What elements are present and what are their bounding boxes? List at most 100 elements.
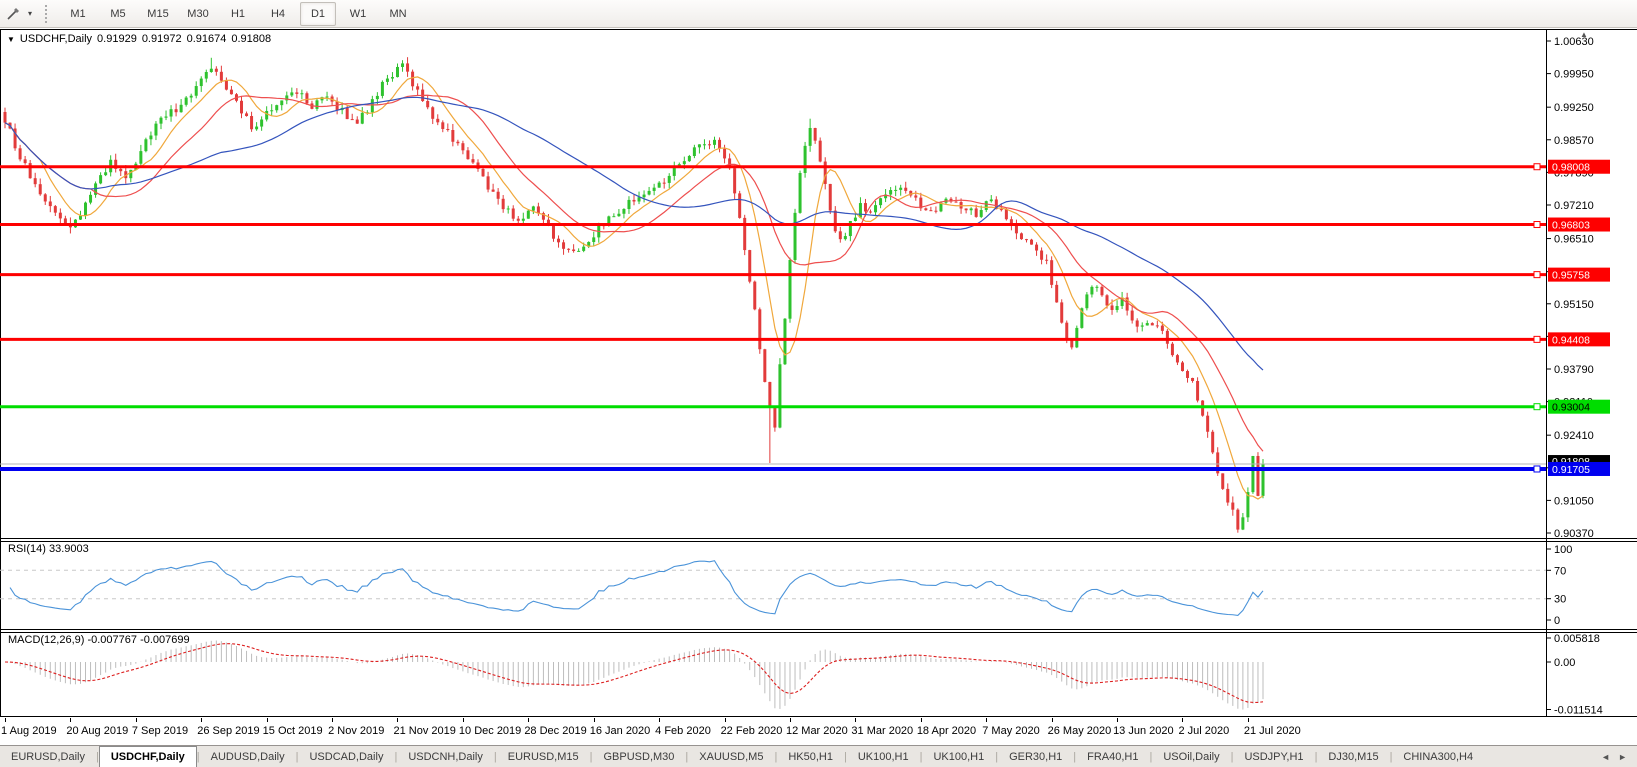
date-tick (920, 718, 922, 722)
svg-text:0.95758: 0.95758 (1552, 270, 1590, 282)
timeframe-button-d1[interactable]: D1 (300, 1, 336, 26)
date-tick (1247, 718, 1249, 722)
svg-text:0.99950: 0.99950 (1554, 69, 1594, 81)
date-label: 4 Feb 2020 (655, 725, 711, 737)
axis-scroll-marker-icon[interactable]: ▲ (1580, 30, 1588, 39)
date-label: 16 Jan 2020 (589, 725, 651, 737)
date-tick (332, 718, 334, 722)
toolbar-grip[interactable] (44, 4, 48, 23)
svg-text:0.91050: 0.91050 (1554, 495, 1594, 507)
timeframe-button-m5[interactable]: M5 (100, 2, 136, 26)
timeframe-button-h4[interactable]: H4 (260, 2, 296, 26)
date-label: 2 Jul 2020 (1178, 725, 1230, 737)
svg-text:30: 30 (1554, 594, 1566, 606)
svg-text:0.96803: 0.96803 (1552, 220, 1590, 232)
chart-tab-gbpusd-m30[interactable]: GBPUSD,M30 (593, 746, 686, 767)
timeframe-button-m15[interactable]: M15 (140, 2, 176, 26)
ohlc-close: 0.91808 (231, 33, 272, 45)
svg-text:0.94408: 0.94408 (1552, 334, 1590, 346)
rsi-guides (0, 569, 1546, 600)
date-label: 7 May 2020 (982, 725, 1040, 737)
chart-tab-dj30-m15[interactable]: DJ30,M15 (1317, 746, 1389, 767)
tab-nav: ◄ ► (1591, 746, 1637, 767)
date-axis[interactable]: 1 Aug 2019 20 Aug 2019 7 Sep 2019 26 Sep 20… (0, 718, 1637, 744)
date-tick (855, 718, 857, 722)
svg-text:0.92410: 0.92410 (1554, 430, 1594, 442)
date-label: 26 Sep 2019 (197, 725, 260, 737)
date-tick (986, 718, 988, 722)
svg-text:0.91705: 0.91705 (1552, 464, 1590, 476)
chart-tab-usoil-daily[interactable]: USOil,Daily (1152, 746, 1230, 767)
date-tick (70, 718, 72, 722)
chart-tab-china300-h4[interactable]: CHINA300,H4 (1392, 746, 1484, 767)
chart-tab-xauusd-m5[interactable]: XAUUSD,M5 (688, 746, 774, 767)
chart-area[interactable]: 1.006300.999500.992500.985700.978900.972… (0, 0, 1637, 750)
svg-text:0: 0 (1554, 615, 1560, 627)
chart-tab-usdjpy-h1[interactable]: USDJPY,H1 (1233, 746, 1314, 767)
timeframe-button-m30[interactable]: M30 (180, 2, 216, 26)
chart-tab-fra40-h1[interactable]: FRA40,H1 (1076, 746, 1149, 767)
timeframe-button-h1[interactable]: H1 (220, 2, 256, 26)
tabs-scroll-left-button[interactable]: ◄ (1601, 752, 1610, 762)
date-label: 28 Dec 2019 (524, 725, 587, 737)
chart-tab-eurusd-daily[interactable]: EURUSD,Daily (0, 746, 96, 767)
chart-tab-hk50-h1[interactable]: HK50,H1 (777, 746, 844, 767)
chart-ohlc-header: ▼ USDCHF,Daily 0.91929 0.91972 0.91674 0.9180… (7, 33, 276, 45)
level-lines[interactable]: 0.918080.980080.968030.957580.944080.930… (0, 159, 1610, 476)
collapse-triangle-icon[interactable]: ▼ (7, 35, 15, 44)
svg-text:70: 70 (1554, 565, 1566, 577)
macd-indicator-label: MACD(12,26,9) -0.007767 -0.007699 (8, 634, 190, 646)
date-label: 1 Aug 2019 (1, 725, 57, 737)
chart-tab-uk100-h1[interactable]: UK100,H1 (847, 746, 920, 767)
svg-text:0.95150: 0.95150 (1554, 299, 1594, 311)
svg-text:0.93790: 0.93790 (1554, 364, 1594, 376)
tabs-scroll-right-button[interactable]: ► (1618, 752, 1627, 762)
rsi-axis: 100 70 30 0 (1546, 544, 1572, 627)
svg-text:0.005818: 0.005818 (1554, 633, 1600, 645)
chart-tab-uk100-h1[interactable]: UK100,H1 (922, 746, 995, 767)
date-tick (659, 718, 661, 722)
chart-tab-usdcnh-daily[interactable]: USDCNH,Daily (397, 746, 494, 767)
date-tick (397, 718, 399, 722)
chart-tab-usdchf-daily[interactable]: USDCHF,Daily (98, 746, 197, 767)
svg-text:0.98008: 0.98008 (1552, 162, 1590, 174)
date-tick (135, 718, 137, 722)
chart-svg[interactable]: 1.006300.999500.992500.985700.978900.972… (0, 0, 1637, 745)
date-label: 2 Nov 2019 (328, 725, 385, 737)
chart-tab-eurusd-m15[interactable]: EURUSD,M15 (497, 746, 590, 767)
timeframe-button-mn[interactable]: MN (380, 2, 416, 26)
date-tick (528, 718, 530, 722)
tool-dropdown-caret-icon[interactable]: ▾ (24, 9, 36, 18)
symbol-label: USDCHF,Daily (19, 33, 93, 45)
rsi-line (9, 560, 1264, 616)
chart-tab-ger30-h1[interactable]: GER30,H1 (998, 746, 1073, 767)
date-label: 26 May 2020 (1047, 725, 1112, 737)
ma-fast-line (4, 76, 1264, 500)
date-label: 7 Sep 2019 (131, 725, 189, 737)
date-tick (462, 718, 464, 722)
date-tick (1182, 718, 1184, 722)
date-tick (789, 718, 791, 722)
date-tick (593, 718, 595, 722)
date-tick (5, 718, 6, 722)
timeframe-button-m1[interactable]: M1 (60, 2, 96, 26)
ohlc-low: 0.91674 (186, 33, 227, 45)
chart-tab-usdcad-daily[interactable]: USDCAD,Daily (298, 746, 394, 767)
date-label: 12 Mar 2020 (785, 725, 848, 737)
date-label: 10 Dec 2019 (458, 725, 522, 737)
date-tick (1051, 718, 1053, 722)
date-label: 13 Jun 2020 (1113, 725, 1174, 737)
timeframe-button-w1[interactable]: W1 (340, 2, 376, 26)
chart-tab-audusd-daily[interactable]: AUDUSD,Daily (200, 746, 296, 767)
date-label: 21 Jul 2020 (1243, 725, 1301, 737)
panel-borders (0, 29, 1637, 717)
date-label: 20 Aug 2019 (66, 725, 129, 737)
date-label: 31 Mar 2020 (851, 725, 914, 737)
date-tick (1117, 718, 1119, 722)
svg-text:0.99250: 0.99250 (1554, 102, 1594, 114)
draw-tool-icon[interactable] (2, 3, 24, 25)
svg-text:0.90370: 0.90370 (1554, 528, 1594, 540)
candles-layer (3, 57, 1265, 533)
date-label: 15 Oct 2019 (262, 725, 323, 737)
svg-text:-0.011514: -0.011514 (1554, 704, 1603, 716)
